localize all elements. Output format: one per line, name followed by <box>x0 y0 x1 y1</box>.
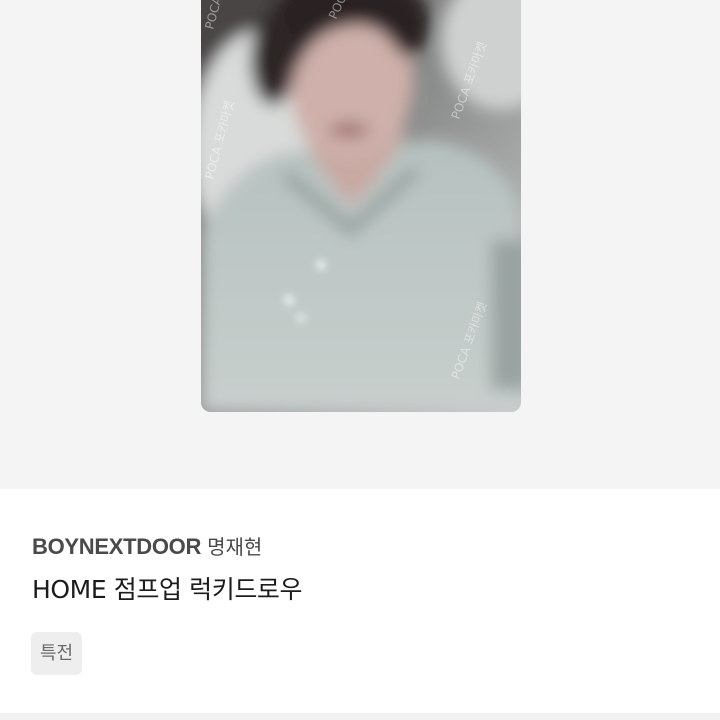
member-name[interactable]: 명재현 <box>207 535 262 559</box>
group-name[interactable]: BOYNEXTDOOR <box>32 534 201 559</box>
photocard-illustration: POCA 포카마켓 POCA 포카마켓 POCA 포카마켓 POCA 포카마켓 … <box>201 0 521 412</box>
product-info: BOYNEXTDOOR 명재현 HOME 점프업 럭키드로우 특전 <box>0 489 720 720</box>
product-image-area[interactable]: POCA 포카마켓 POCA 포카마켓 POCA 포카마켓 POCA 포카마켓 … <box>0 0 720 489</box>
section-divider <box>0 713 720 720</box>
product-title: HOME 점프업 럭키드로우 <box>32 575 303 604</box>
benefit-tag[interactable]: 특전 <box>31 632 83 675</box>
artist-line: BOYNEXTDOOR 명재현 <box>32 534 262 560</box>
product-detail-page: POCA 포카마켓 POCA 포카마켓 POCA 포카마켓 POCA 포카마켓 … <box>0 0 720 720</box>
photocard-image[interactable]: POCA 포카마켓 POCA 포카마켓 POCA 포카마켓 POCA 포카마켓 … <box>201 0 521 412</box>
